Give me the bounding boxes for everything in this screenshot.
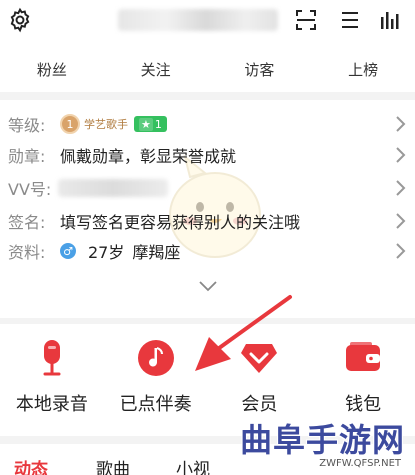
section-divider xyxy=(0,92,415,100)
scan-icon[interactable] xyxy=(292,6,320,34)
medal-row[interactable]: 勋章: 佩戴勋章，彰显荣誉成就 xyxy=(0,142,415,168)
microphone-icon xyxy=(32,338,72,378)
stat-visitors[interactable]: 访客 xyxy=(208,56,312,84)
male-gender-icon: ♂ xyxy=(60,243,76,259)
medal-label: 勋章: xyxy=(8,147,46,166)
tile-label: 本地录音 xyxy=(15,394,88,415)
profile-age: 27岁 xyxy=(88,243,125,262)
star-icon: ★ xyxy=(139,117,153,131)
medal-value: 佩戴勋章，彰显荣誉成就 xyxy=(60,147,237,166)
level-badges: 1 学艺歌手 ★ 1 xyxy=(60,114,167,134)
music-note-icon xyxy=(136,338,176,378)
settings-gear-icon[interactable] xyxy=(6,6,34,34)
profile-zodiac: 摩羯座 xyxy=(132,243,181,262)
chevron-right-icon xyxy=(396,243,406,259)
level-title: 学艺歌手 xyxy=(84,118,128,131)
tile-local-recording[interactable]: 本地录音 xyxy=(0,338,104,418)
level-number-badge: 1 xyxy=(60,114,80,134)
ranking-bars-icon[interactable] xyxy=(376,6,404,34)
watermark-title: 曲阜手游网 xyxy=(239,421,405,459)
top-bar xyxy=(0,0,415,44)
chevron-right-icon xyxy=(396,116,406,132)
tab-songs[interactable]: 歌曲 xyxy=(96,455,130,475)
tile-label: 已点伴奏 xyxy=(119,394,192,415)
tile-label: 会员 xyxy=(241,394,278,415)
watermark-url: ZWFW.QFSP.NET xyxy=(317,458,403,469)
stat-ranking[interactable]: 上榜 xyxy=(311,56,415,84)
profile-value: ♂ 27岁 摩羯座 xyxy=(60,239,180,263)
profile-label: 资料: xyxy=(8,243,46,262)
star-badge: ★ 1 xyxy=(134,116,167,132)
stat-fans[interactable]: 粉丝 xyxy=(0,56,104,84)
vv-number-blurred xyxy=(58,179,168,197)
chevron-right-icon xyxy=(396,180,406,196)
vv-row[interactable]: VV号: xyxy=(0,175,415,201)
tile-wallet[interactable]: 钱包 xyxy=(311,338,415,418)
level-row[interactable]: 等级: 1 学艺歌手 ★ 1 xyxy=(0,111,415,137)
signature-label: 签名: xyxy=(8,213,46,232)
tile-label: 钱包 xyxy=(345,394,382,415)
annotation-arrow-icon xyxy=(195,295,292,371)
vv-value xyxy=(58,179,168,197)
vv-label: VV号: xyxy=(8,180,52,199)
tab-activity[interactable]: 动态 xyxy=(14,455,48,475)
menu-list-icon[interactable] xyxy=(336,6,364,34)
signature-row[interactable]: 签名: 填写签名更容易获得别人的关注哦 xyxy=(0,208,415,234)
site-watermark: 曲阜手游网 ZWFW.QFSP.NET xyxy=(200,415,415,475)
stat-following[interactable]: 关注 xyxy=(104,56,208,84)
wallet-icon xyxy=(343,338,383,378)
chevron-right-icon xyxy=(396,147,406,163)
signature-placeholder: 填写签名更容易获得别人的关注哦 xyxy=(60,213,301,232)
username-blurred xyxy=(118,9,278,31)
expand-chevron-down-icon[interactable] xyxy=(198,280,218,292)
chevron-right-icon xyxy=(396,213,406,229)
stats-row: 粉丝 关注 访客 上榜 xyxy=(0,56,415,84)
profile-row[interactable]: 资料: ♂ 27岁 摩羯座 xyxy=(0,238,415,264)
level-label: 等级: xyxy=(8,116,46,135)
star-count: 1 xyxy=(154,117,162,131)
